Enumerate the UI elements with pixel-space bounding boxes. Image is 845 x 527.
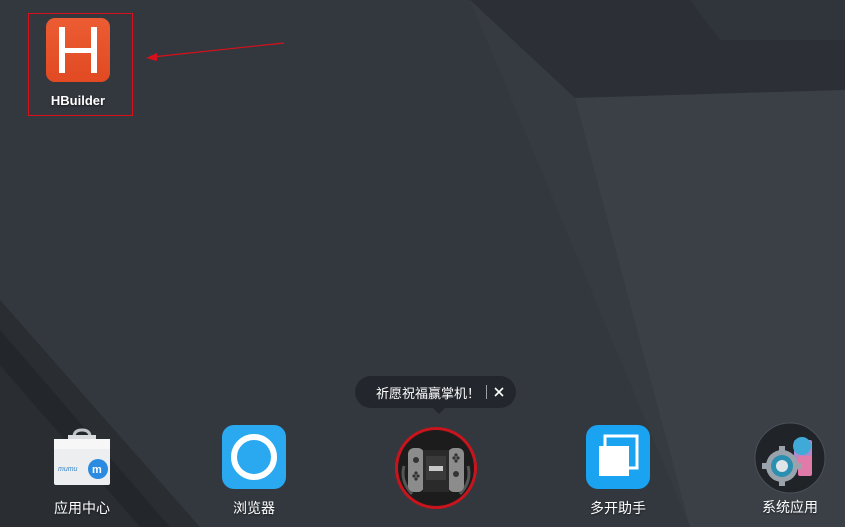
dock-item-label: 浏览器 — [233, 500, 275, 516]
dock-item-game-console[interactable] — [386, 426, 486, 519]
dock-item-system-apps[interactable]: 系统应用 — [740, 422, 840, 517]
annotation-highlight-box — [28, 13, 133, 116]
multi-instance-icon — [586, 425, 650, 489]
app-center-icon: mumu m — [50, 425, 114, 489]
system-apps-icon — [754, 422, 826, 494]
svg-text:m: m — [92, 464, 102, 476]
promo-tooltip: 祈愿祝福赢掌机！ — [355, 376, 516, 408]
close-icon[interactable] — [493, 386, 505, 398]
dock-item-label: 应用中心 — [54, 500, 110, 516]
tooltip-divider — [486, 385, 488, 399]
promo-tooltip-text: 祈愿祝福赢掌机！ — [376, 385, 481, 401]
game-console-icon — [394, 426, 478, 510]
mumu-wordmark: mumu — [58, 466, 78, 473]
annotation-arrow-icon — [146, 42, 285, 61]
browser-icon — [222, 425, 286, 489]
dock-item-label: 多开助手 — [590, 500, 646, 516]
dock-item-app-center[interactable]: mumu m 应用中心 — [32, 425, 132, 518]
dock-item-browser[interactable]: 浏览器 — [204, 425, 304, 518]
dock-item-label: 系统应用 — [762, 499, 818, 515]
tooltip-pointer — [432, 407, 446, 414]
dock-item-multi-instance[interactable]: 多开助手 — [568, 425, 668, 518]
